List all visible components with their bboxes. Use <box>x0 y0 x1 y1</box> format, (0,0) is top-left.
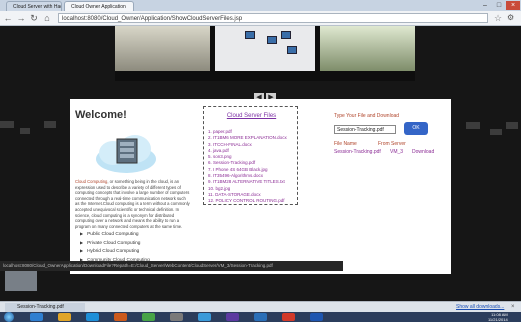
result-server: VM_3 <box>390 149 404 155</box>
cloud-description: Cloud Computing, or something being in t… <box>75 179 190 229</box>
minimize-icon[interactable]: – <box>478 1 492 10</box>
file-list: 1. paper.pdf 2. IT1BM6 MORE EXPLANATION.… <box>208 129 287 205</box>
list-item[interactable]: 9. IT1BM28 ALTERNATIVE TITLES.txt <box>208 179 287 185</box>
wrench-icon[interactable]: ⚙ <box>507 12 514 24</box>
result-header-server: From Server <box>378 141 406 147</box>
app-icon[interactable] <box>310 313 323 321</box>
ok-button[interactable]: OK <box>404 122 428 135</box>
cloud-server-files-panel: Cloud Server Files 1. paper.pdf 2. IT1BM… <box>203 106 298 205</box>
cloud-text-lead: Cloud Computing <box>75 179 108 184</box>
decor-square <box>20 128 30 134</box>
search-label: Type Your File and Download <box>334 113 400 119</box>
computer-icon <box>287 46 297 54</box>
image-slider <box>115 26 415 81</box>
link-hybrid-cloud[interactable]: Hybrid Cloud Computing <box>80 247 150 256</box>
page-title: Welcome! <box>75 109 127 121</box>
app-icon[interactable] <box>86 313 99 321</box>
cloud-type-links: Public Cloud Computing Private Cloud Com… <box>80 230 150 264</box>
decor-square <box>44 121 56 128</box>
app-icon[interactable] <box>170 313 183 321</box>
download-link[interactable]: Download <box>412 149 434 155</box>
app-icon[interactable] <box>226 313 239 321</box>
address-bar: ← → ↻ ⌂ localhost:8080/Cloud_Owner/Appli… <box>0 11 521 26</box>
computer-icon <box>245 31 255 39</box>
cloud-text-body: , or something being in the cloud, is an… <box>75 179 190 229</box>
decor-square <box>466 122 480 129</box>
list-item[interactable]: 2. IT1BM6 MORE EXPLANATION.docx <box>208 135 287 141</box>
tab-cloud-server[interactable]: Cloud Server with Hadoo <box>6 1 62 11</box>
cloud-server-icon <box>96 135 156 173</box>
decor-square <box>490 129 502 135</box>
back-arrow-icon[interactable]: ← <box>3 12 13 24</box>
link-private-cloud[interactable]: Private Cloud Computing <box>80 239 150 248</box>
app-icon[interactable] <box>254 313 267 321</box>
app-icon[interactable] <box>114 313 127 321</box>
folder-icon[interactable] <box>58 313 71 321</box>
decor-square <box>506 122 518 129</box>
tab-bar: Cloud Server with Hadoo Cloud Owner Appl… <box>0 0 521 11</box>
files-title: Cloud Server Files <box>226 113 277 119</box>
status-bar: localhost:8080/Cloud_OwnerApplication/Do… <box>0 261 343 271</box>
main-content: Welcome! Cloud Computing, or something b… <box>70 99 451 274</box>
bookmark-star-icon[interactable]: ☆ <box>494 12 502 24</box>
start-icon[interactable] <box>4 312 14 322</box>
tab-cloud-owner[interactable]: Cloud Owner Application <box>64 1 134 11</box>
computer-icon <box>281 31 291 39</box>
slide-image <box>115 26 210 71</box>
home-icon[interactable]: ⌂ <box>42 12 52 24</box>
list-item[interactable]: 12. POLICY CONTROL ROUTING.pdf <box>208 198 287 204</box>
file-name-input[interactable]: Session-Tracking.pdf <box>334 125 396 134</box>
ie-icon[interactable] <box>30 313 43 321</box>
result-header-file: File Name <box>334 141 357 147</box>
clock-date: 11/21/2014 <box>488 317 508 322</box>
forward-arrow-icon[interactable]: → <box>16 12 26 24</box>
slide-image <box>320 26 415 71</box>
decor-square <box>0 121 14 128</box>
chrome-icon[interactable] <box>142 313 155 321</box>
taskbar: 11:08 AM 11/21/2014 <box>0 312 521 322</box>
maximize-icon[interactable]: □ <box>492 1 506 10</box>
computer-icon <box>267 36 277 44</box>
link-public-cloud[interactable]: Public Cloud Computing <box>80 230 150 239</box>
show-all-downloads-link[interactable]: Show all downloads... <box>456 303 504 312</box>
url-field[interactable]: localhost:8080/Cloud_Owner/Application/S… <box>58 13 488 23</box>
slide-image-network <box>215 26 315 71</box>
reload-icon[interactable]: ↻ <box>29 12 39 24</box>
close-icon[interactable]: × <box>511 303 515 312</box>
download-item[interactable]: Session-Tracking.pdf <box>5 303 85 312</box>
result-file-name: Session-Tracking.pdf <box>334 149 381 155</box>
system-clock[interactable]: 11:08 AM 11/21/2014 <box>488 312 508 322</box>
app-icon[interactable] <box>198 313 211 321</box>
app-icon[interactable] <box>282 313 295 321</box>
page-body: ◀ ▶ Welcome! Cloud Computing, or somethin… <box>0 26 521 301</box>
close-icon[interactable]: × <box>506 1 520 10</box>
